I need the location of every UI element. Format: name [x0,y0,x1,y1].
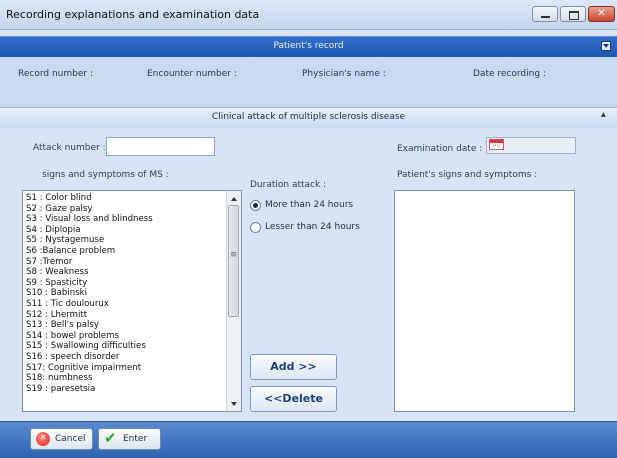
examination-date-label: Examination date : [397,144,483,154]
cancel-button[interactable]: Cancel [30,428,93,450]
window-title: Recording explanations and examination d… [6,8,260,21]
list-item[interactable]: S14 : bowel problems [26,331,226,342]
list-item[interactable]: S10 : Babinski [26,288,226,299]
enter-button[interactable]: ✔ Enter [98,428,161,450]
list-item[interactable]: S1 : Color blind [26,193,226,204]
chevron-down-icon[interactable] [601,41,611,51]
attack-number-label: Attack number : [33,143,106,153]
list-item[interactable]: S9 : Spasticity [26,278,226,289]
scroll-thumb[interactable] [228,205,239,317]
delete-button[interactable]: <<Delete [250,386,337,412]
double-chevron-up-icon[interactable]: ⯅ [600,111,607,121]
radio-lesser-than-24h-label[interactable]: Lesser than 24 hours [265,222,360,232]
date-recording-label: Date recording : [473,69,546,79]
list-item[interactable]: S4 : Diplopia [26,225,226,236]
calendar-icon[interactable] [489,139,504,150]
list-item[interactable]: S19 : paresetsia [26,384,226,395]
signs-symptoms-listbox[interactable]: S1 : Color blind S2 : Gaze palsy S3 : Visu… [22,190,242,412]
add-button[interactable]: Add >> [250,354,337,380]
list-item[interactable]: S7 :Tremor [26,257,226,268]
patient-signs-label: Patient's signs and symptoms : [397,170,538,180]
cancel-button-label: Cancel [55,434,86,444]
physician-name-label: Physician's name : [302,69,386,79]
listbox-scrollbar[interactable] [226,191,241,411]
radio-more-than-24h[interactable] [250,200,261,211]
record-number-label: Record number : [18,69,93,79]
scroll-down-arrow-icon[interactable] [227,397,241,411]
patient-record-panel: Record number : Encounter number : Physi… [0,57,617,107]
list-item[interactable]: S3 : Visual loss and blindness [26,214,226,225]
patient-symptoms-listbox[interactable] [394,190,575,412]
list-item[interactable]: S11 : Tic doulourux [26,299,226,310]
close-button[interactable] [588,6,615,22]
enter-button-label: Enter [123,434,148,444]
duration-attack-label: Duration attack : [250,180,327,190]
signs-list-items: S1 : Color blind S2 : Gaze palsy S3 : Visu… [26,193,226,394]
list-item[interactable]: S18: numbness [26,373,226,384]
signs-symptoms-label: signs and symptoms of MS : [42,170,169,180]
minimize-button[interactable] [532,6,558,22]
checkmark-icon: ✔ [104,429,117,447]
clinical-attack-title: Clinical attack of multiple sclerosis di… [211,112,406,122]
list-item[interactable]: S16 : speech disorder [26,352,226,363]
list-item[interactable]: S5 : Nystagemuse [26,235,226,246]
list-item[interactable]: S17: Cognitive impairment [26,363,226,374]
list-item[interactable]: S12 : Lhermitt [26,310,226,321]
window-titlebar: Recording explanations and examination d… [0,0,617,30]
list-item[interactable]: S13 : Bell's palsy [26,320,226,331]
attack-number-input[interactable] [106,137,215,156]
patient-record-header[interactable]: Patient's record [0,36,617,58]
list-item[interactable]: S2 : Gaze palsy [26,204,226,215]
clinical-attack-header[interactable]: Clinical attack of multiple sclerosis di… [0,107,617,129]
radio-lesser-than-24h[interactable] [250,222,261,233]
encounter-number-label: Encounter number : [147,69,237,79]
list-item[interactable]: S8 : Weakness [26,267,226,278]
list-item[interactable]: S6 :Balance problem [26,246,226,257]
radio-more-than-24h-label[interactable]: More than 24 hours [265,200,353,210]
maximize-button[interactable] [560,6,586,22]
list-item[interactable]: S15 : Swallowing difficulties [26,341,226,352]
cancel-icon [36,432,50,446]
scroll-up-arrow-icon[interactable] [227,191,241,205]
patient-record-title: Patient's record [273,41,344,51]
